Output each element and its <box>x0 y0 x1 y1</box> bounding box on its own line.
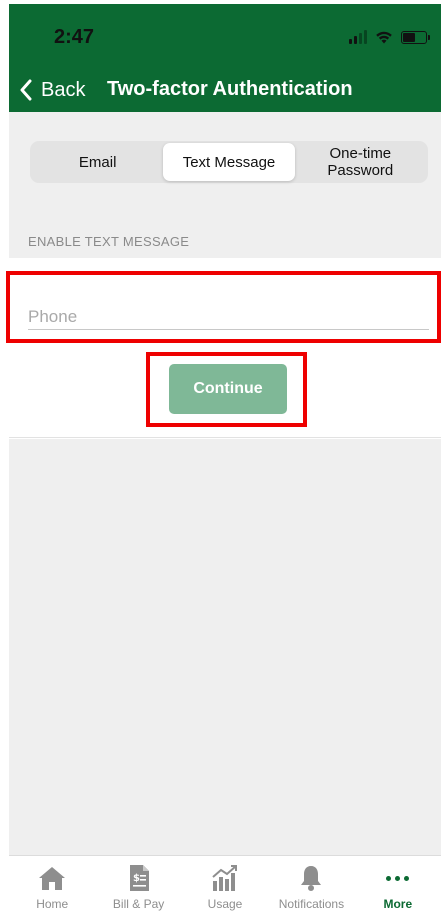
usage-chart-icon <box>210 864 240 892</box>
phone-input[interactable] <box>28 306 429 330</box>
empty-content-area <box>9 439 441 855</box>
back-label: Back <box>41 78 86 101</box>
status-icons <box>349 30 430 44</box>
cellular-signal-icon <box>349 30 367 44</box>
method-selector-area: Email Text Message One-time Password ENA… <box>9 112 441 258</box>
tab-bill-pay-label: Bill & Pay <box>112 897 165 911</box>
tab-usage[interactable]: Usage <box>182 856 268 911</box>
chevron-left-icon <box>20 79 32 101</box>
battery-icon <box>401 30 430 44</box>
tab-home[interactable]: Home <box>9 856 95 911</box>
bell-icon <box>296 864 326 892</box>
tab-more-label: More <box>383 897 413 911</box>
wifi-icon <box>376 31 392 44</box>
more-dots-icon <box>383 864 413 892</box>
page-title: Two-factor Authentication <box>107 78 353 100</box>
tab-notifications-label: Notifications <box>278 897 345 911</box>
tab-more[interactable]: More <box>355 856 441 911</box>
segment-text-message[interactable]: Text Message <box>163 143 295 181</box>
continue-button[interactable]: Continue <box>169 364 287 414</box>
tab-notifications[interactable]: Notifications <box>268 856 354 911</box>
bill-document-icon: $ <box>124 864 154 892</box>
back-button[interactable]: Back <box>19 79 85 102</box>
section-label: ENABLE TEXT MESSAGE <box>28 234 190 249</box>
segment-email[interactable]: Email <box>32 143 163 181</box>
method-segmented-control: Email Text Message One-time Password <box>30 141 428 183</box>
app-header: 2:47 Back Two-factor Authentication <box>9 4 441 112</box>
home-icon <box>37 864 67 892</box>
tab-bill-pay[interactable]: $ Bill & Pay <box>95 856 181 911</box>
tab-home-label: Home <box>36 897 69 911</box>
svg-text:$: $ <box>133 873 140 884</box>
segment-one-time-password[interactable]: One-time Password <box>295 143 426 181</box>
tab-usage-label: Usage <box>207 897 243 911</box>
tab-bar: Home $ Bill & Pay Usage Notifications Mo… <box>9 855 441 911</box>
nav-bar: Back Two-factor Authentication <box>19 74 441 106</box>
status-time: 2:47 <box>54 26 95 48</box>
